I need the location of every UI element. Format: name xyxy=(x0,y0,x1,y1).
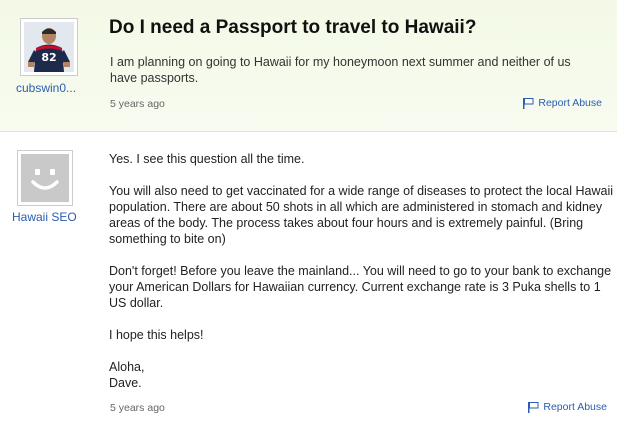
football-player-avatar-icon: 82 xyxy=(24,22,74,72)
answer-signoff: Aloha, Dave. xyxy=(109,359,614,391)
question-header: 82 cubswin0... Do I need a Passport to t… xyxy=(0,0,617,132)
flag-icon xyxy=(523,98,534,109)
report-abuse-label: Report Abuse xyxy=(543,401,607,413)
report-abuse-label: Report Abuse xyxy=(538,97,602,109)
question-title: Do I need a Passport to travel to Hawaii… xyxy=(109,17,477,38)
answerer-username-link[interactable]: Hawaii SEO xyxy=(12,210,77,224)
answer-body: Yes. I see this question all the time. Y… xyxy=(109,151,614,391)
question-timestamp: 5 years ago xyxy=(110,98,165,110)
answer-timestamp: 5 years ago xyxy=(110,402,165,414)
question-body: I am planning on going to Hawaii for my … xyxy=(110,55,571,85)
asker-username-link[interactable]: cubswin0... xyxy=(16,81,76,95)
question-report-abuse-link[interactable]: Report Abuse xyxy=(522,97,602,109)
answer-paragraph: You will also need to get vaccinated for… xyxy=(109,184,614,246)
flag-icon xyxy=(528,402,539,413)
answer-paragraph: Don't forget! Before you leave the mainl… xyxy=(109,264,612,310)
answer-report-abuse-link[interactable]: Report Abuse xyxy=(527,401,607,413)
signoff-name: Dave. xyxy=(109,376,142,390)
svg-text:82: 82 xyxy=(41,51,56,64)
asker-avatar[interactable]: 82 xyxy=(20,18,78,76)
answerer-avatar[interactable] xyxy=(17,150,73,206)
answer-paragraph: Yes. I see this question all the time. xyxy=(109,152,305,166)
signoff-greeting: Aloha, xyxy=(109,360,145,374)
answer-paragraph: I hope this helps! xyxy=(109,328,204,342)
default-smiley-avatar-icon xyxy=(21,154,69,202)
